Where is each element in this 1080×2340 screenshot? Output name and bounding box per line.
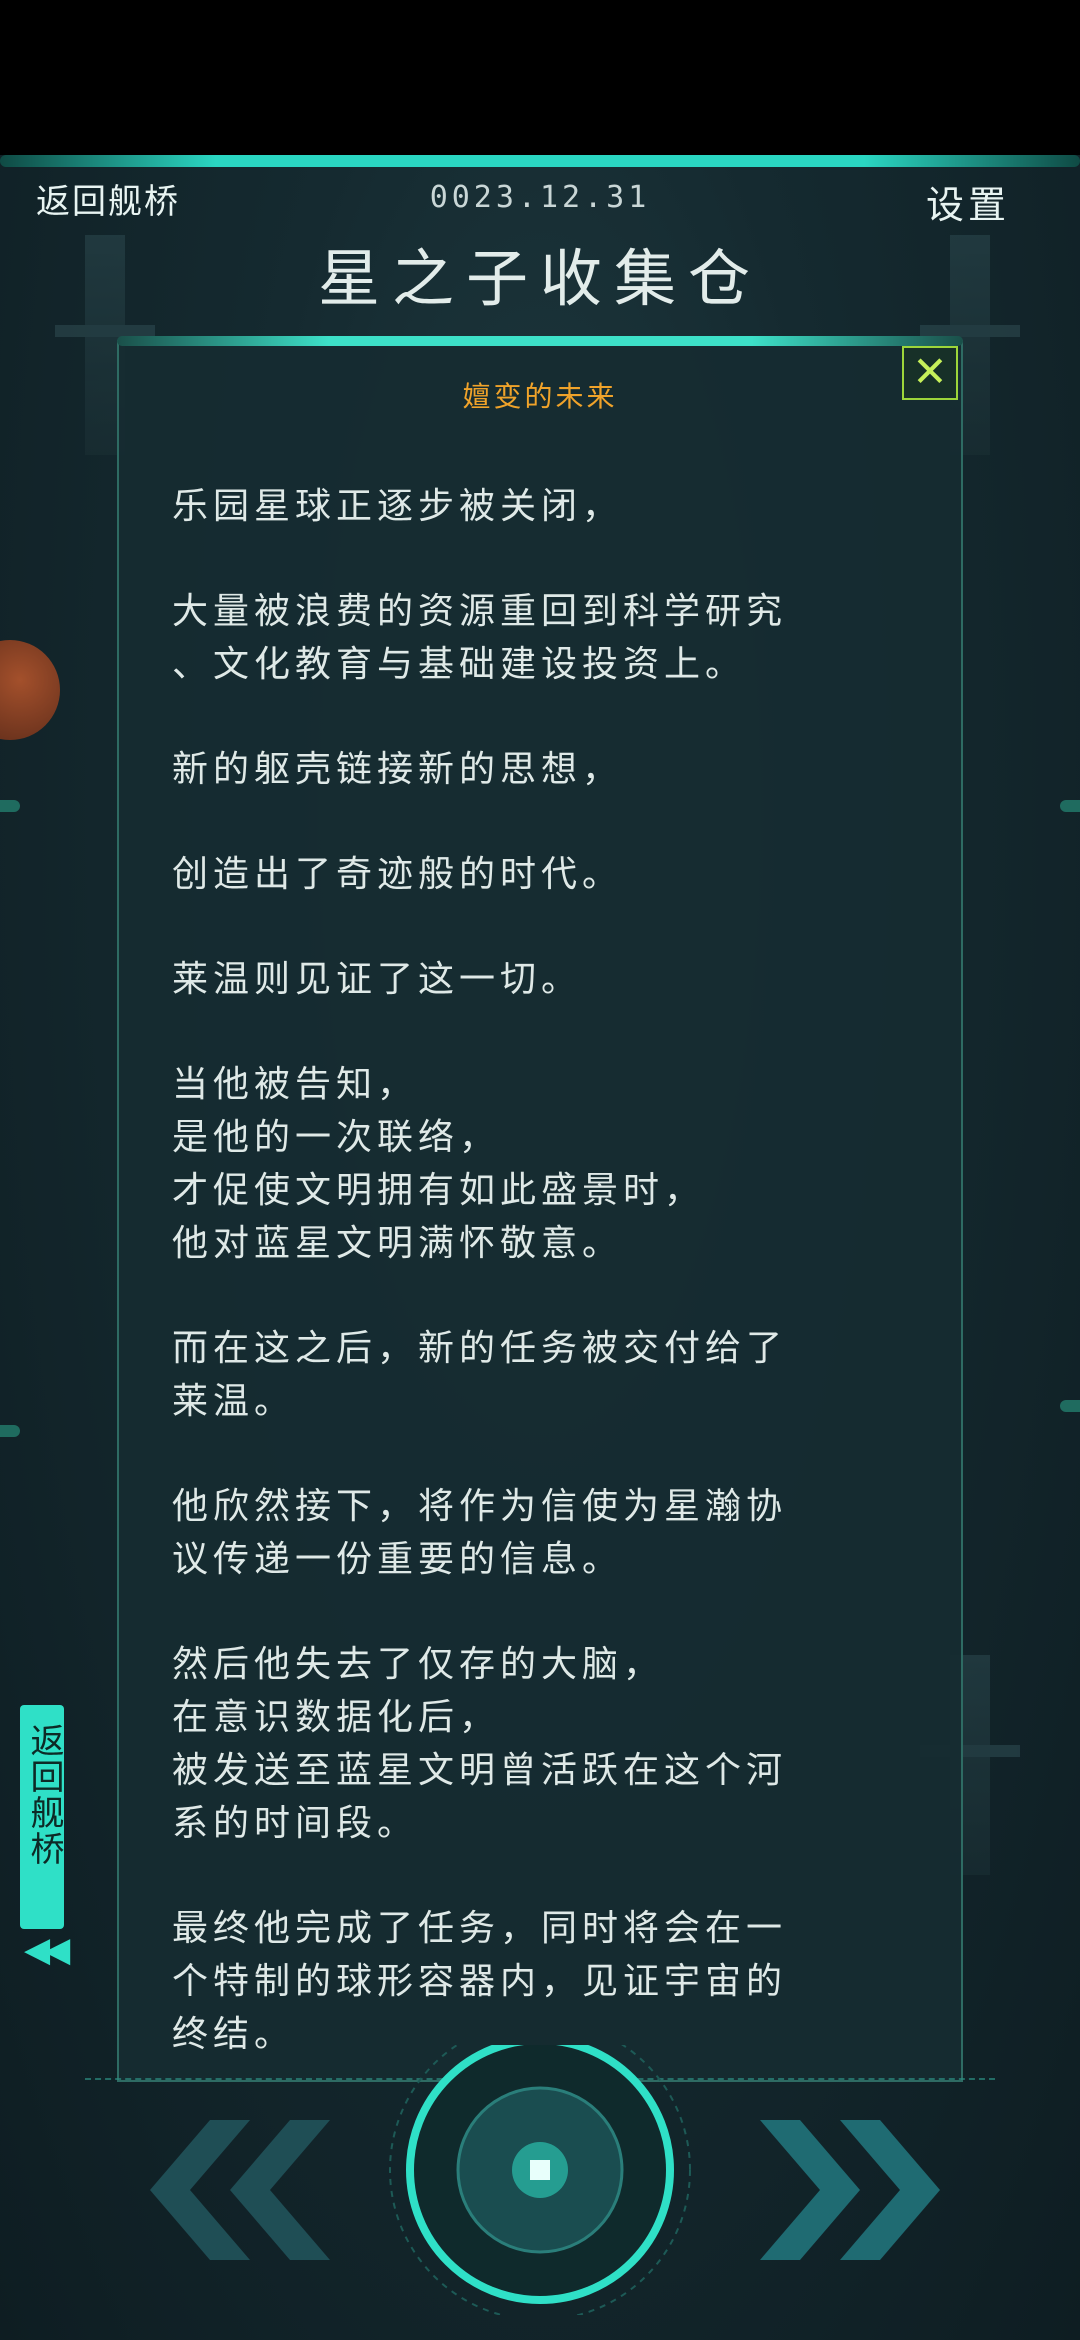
story-paragraph: 最终他完成了任务，同时将会在一 个特制的球形容器内，见证宇宙的 终结。 [172, 1908, 788, 2055]
side-return-tab[interactable]: 返回舰桥 [20, 1705, 64, 1929]
planet-decoration [0, 640, 60, 740]
screen: 返回舰桥 0023.12.31 设置 星之子收集仓 ✕ 嬗变的未来 乐园星球正逐… [0, 0, 1080, 2340]
story-body[interactable]: 乐园星球正逐步被关闭， 大量被浪费的资源重回到科学研究 、文化教育与基础建设投资… [172, 480, 892, 2113]
side-nub-right [1060, 800, 1080, 812]
settings-button[interactable]: 设置 [926, 174, 1010, 229]
previous-button[interactable] [100, 2110, 340, 2270]
date-display: 0023.12.31 [429, 180, 651, 215]
dial-button-icon [389, 2019, 691, 2321]
double-chevron-right-icon [760, 2120, 940, 2260]
story-paragraph: 莱温则见证了这一切。 [172, 959, 583, 1000]
double-chevron-left-small-icon: ◀◀ [24, 1930, 70, 1970]
side-tab-label: 返回舰桥 [24, 1723, 64, 1867]
story-paragraph: 他欣然接下，将作为信使为星瀚协 议传递一份重要的信息。 [172, 1486, 788, 1580]
story-paragraph: 大量被浪费的资源重回到科学研究 、文化教育与基础建设投资上。 [172, 591, 788, 685]
next-button[interactable] [740, 2110, 980, 2270]
side-nub-left [0, 800, 20, 812]
story-paragraph: 当他被告知， 是他的一次联络， 才促使文明拥有如此盛景时， 他对蓝星文明满怀敬意… [172, 1064, 706, 1264]
story-paragraph: 然后他失去了仅存的大脑， 在意识数据化后， 被发送至蓝星文明曾活跃在这个河 系的… [172, 1644, 788, 1844]
panel-top-bar [117, 336, 963, 346]
double-chevron-left-icon [150, 2120, 330, 2260]
side-nub-left-lower [0, 1425, 20, 1437]
header: 返回舰桥 0023.12.31 设置 [0, 170, 1080, 227]
center-dial-button[interactable] [380, 2019, 700, 2321]
top-frame-bar [0, 155, 1080, 167]
story-paragraph: 新的躯壳链接新的思想， [172, 749, 624, 790]
page-title: 星之子收集仓 [317, 242, 762, 315]
side-nub-right-lower [1060, 1400, 1080, 1412]
story-title: 嬗变的未来 [462, 380, 618, 413]
story-paragraph: 创造出了奇迹般的时代。 [172, 854, 624, 895]
story-paragraph: 而在这之后，新的任务被交付给了 莱温。 [172, 1328, 788, 1422]
story-paragraph: 乐园星球正逐步被关闭， [172, 486, 624, 527]
